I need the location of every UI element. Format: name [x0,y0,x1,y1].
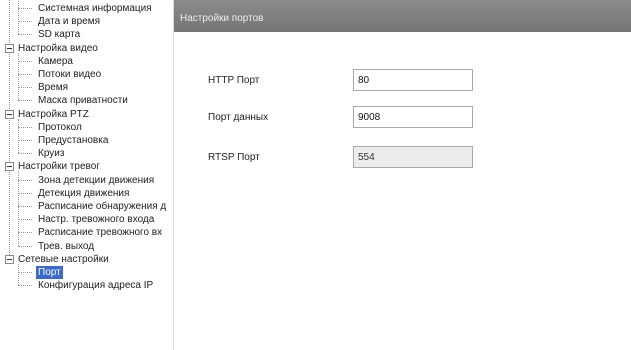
tree-connector [18,272,32,273]
tree-item-label: Расписание тревожного вх [38,227,163,239]
tree-item-label: Трев. выход [38,240,95,252]
tree-item-label: Протокол [38,121,82,133]
tree-item-label: Предустановка [38,135,109,146]
http-port-input[interactable] [353,69,473,91]
tree-connector [18,232,32,234]
tree-item-label: Настройка PTZ [18,108,89,120]
tree-connector [18,100,32,102]
tree-connector [18,192,32,194]
tree-item-label: Детекция движения [38,187,130,199]
tree-connector [18,219,32,221]
collapse-icon[interactable] [5,109,14,119]
tree-item-label: Сетевые настройки [18,253,109,265]
section-title: Настройки портов [180,13,264,24]
tree-item-label: Системная информация [38,3,152,14]
settings-tree[interactable]: Системная информация Дата и время SD карта… [0,0,174,350]
tree-item-label: Порт [36,266,63,279]
tree-connector [18,87,32,89]
tree-connector [18,34,32,36]
tree-connector [18,206,32,207]
tree-item-label: Настройка видео [18,42,98,54]
tree-connector [18,153,32,155]
tree-item-label: Настр. тревожного входа [38,214,155,226]
tree-connector-line [18,0,19,35]
tree-connector [18,126,32,128]
tree-item-label: SD карта [38,29,81,41]
tree-item-label: Время [38,82,69,94]
tree-connector-line [18,263,19,286]
tree-connector [18,179,32,181]
data-port-label: Порт данных [208,112,269,123]
tree-item-label: Расписание обнаружения д [38,201,167,212]
tree-connector [18,60,32,62]
tree-connector-line [18,52,19,101]
port-settings-panel: Настройки портов HTTP Порт Порт данных R… [174,0,631,350]
rtsp-port-label: RTSP Порт [208,152,260,163]
tree-connector [18,245,32,247]
tree-connector [18,140,32,141]
tree-item-label: Конфигурация адреса IP [38,280,154,292]
tree-item-label: Круиз [38,148,65,160]
collapse-icon[interactable] [5,43,14,53]
data-port-input[interactable] [353,106,473,128]
tree-item-label: Настройки тревог [18,161,100,173]
rtsp-port-input [353,146,473,168]
tree-item-label: Потоки видео [38,69,102,80]
tree-item-label: Зона детекции движения [38,174,155,186]
tree-item-label: Дата и время [38,16,101,28]
tree-trunk-line [9,0,10,259]
http-port-label: HTTP Порт [208,75,260,86]
tree-connector [18,285,32,287]
tree-connector-line [18,118,19,154]
tree-connector-line [18,171,19,246]
tree-connector [18,8,32,9]
tree-item-label: Камера [38,55,73,67]
collapse-icon[interactable] [5,254,14,264]
tree-connector [18,74,32,75]
section-header: Настройки портов [174,0,631,32]
tree-item-label: Маска приватности [38,95,128,107]
collapse-icon[interactable] [5,162,14,172]
tree-connector [18,21,32,23]
